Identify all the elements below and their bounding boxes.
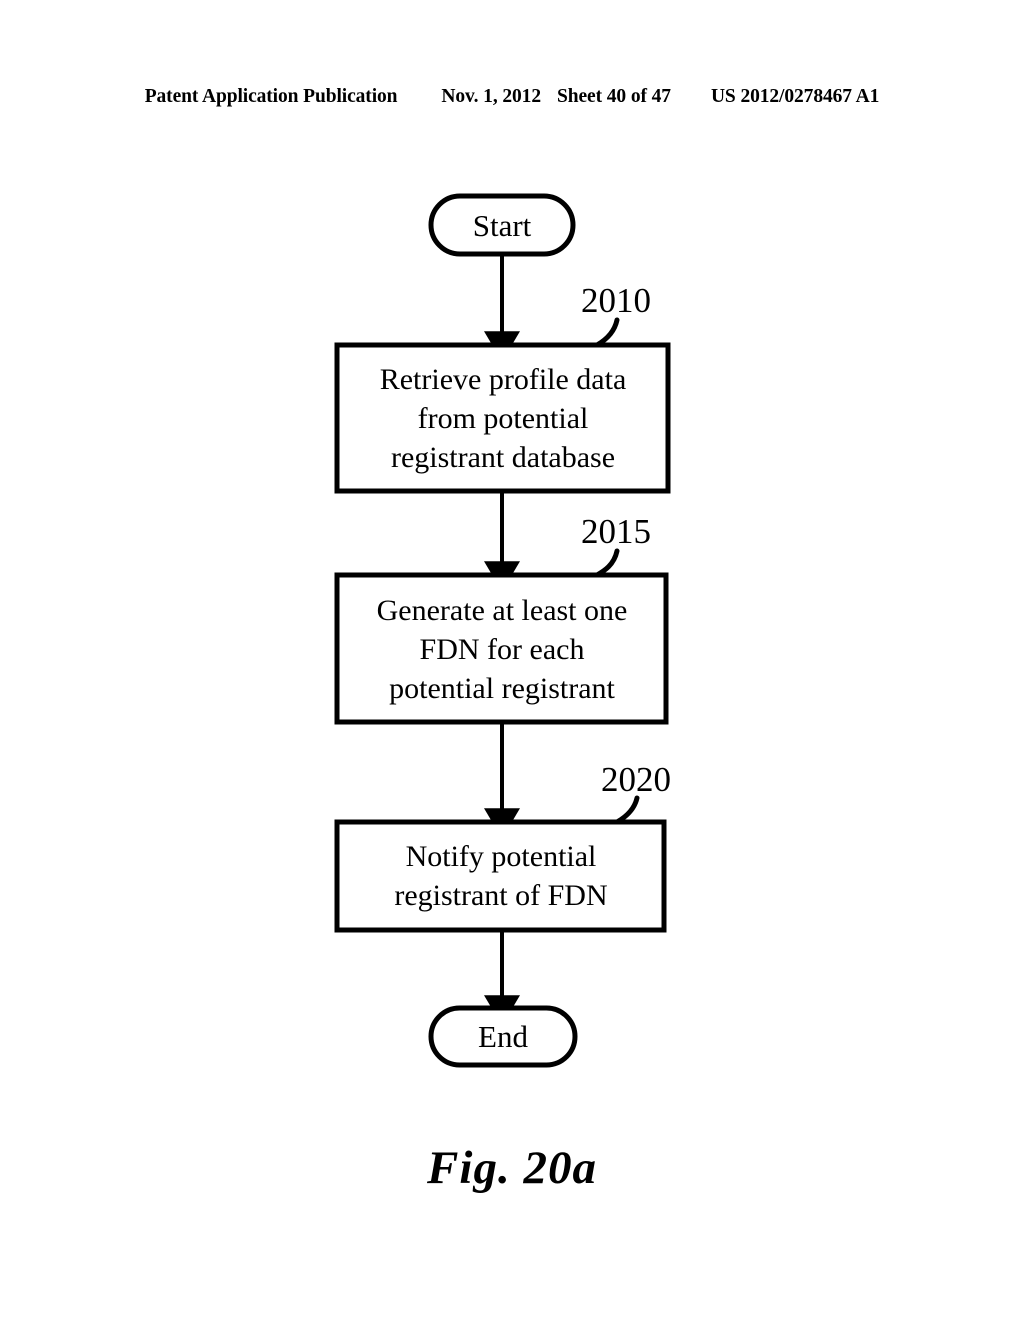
node-2020-shape — [334, 819, 667, 933]
leader-line-2015 — [594, 548, 620, 578]
figure-caption: Fig. 20a — [427, 1142, 597, 1194]
node-start-shape — [428, 193, 576, 257]
leader-line-2020 — [614, 795, 640, 825]
node-2010-shape — [334, 342, 671, 494]
flowchart-canvas — [334, 193, 671, 1068]
node-2015-shape — [334, 572, 669, 725]
leader-line-2010 — [594, 317, 620, 348]
node-end-shape — [428, 1005, 578, 1068]
flowchart-diagram: Start Retrieve profile data from potenti… — [0, 0, 1024, 1320]
